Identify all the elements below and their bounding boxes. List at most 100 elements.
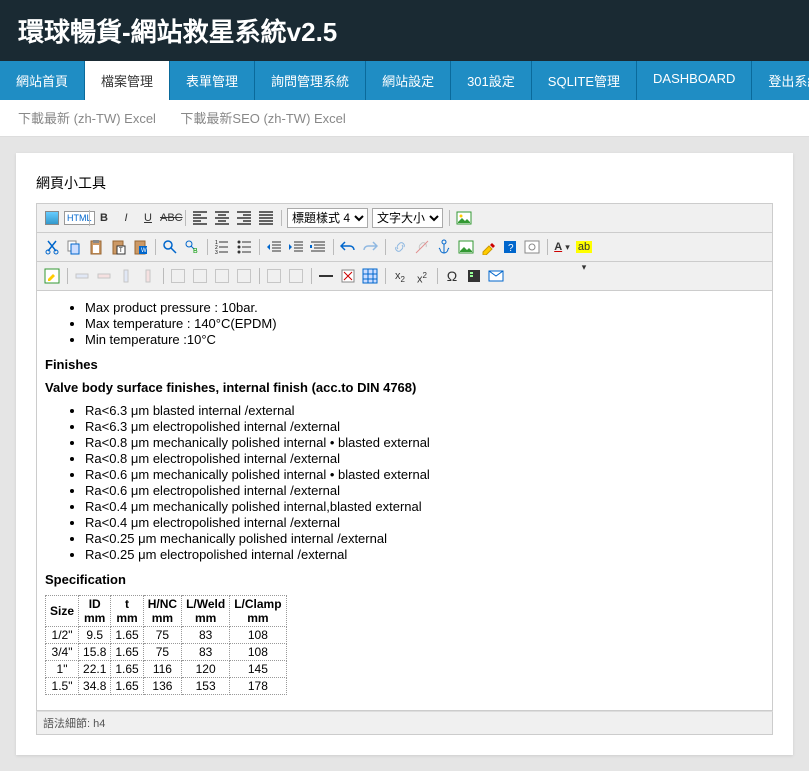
nav-item[interactable]: 301設定 xyxy=(451,61,532,100)
align-justify-icon[interactable] xyxy=(256,208,276,228)
embed-icon[interactable] xyxy=(486,266,506,286)
editor-panel: 網頁小工具 HTML B I U ABC 標題樣式 4 文字大小 T W B 1… xyxy=(16,153,793,755)
download-seo-excel-link[interactable]: 下載最新SEO (zh-TW) Excel xyxy=(180,111,345,126)
nav-item[interactable]: 網站設定 xyxy=(366,61,451,100)
split-cells-icon[interactable] xyxy=(286,266,306,286)
redo-icon[interactable] xyxy=(360,237,380,257)
sub-nav: 下載最新 (zh-TW) Excel 下載最新SEO (zh-TW) Excel xyxy=(0,100,809,137)
list-item: Ra<0.6 μm electropolished internal /exte… xyxy=(85,483,764,498)
list-item: Ra<0.6 μm mechanically polished internal… xyxy=(85,467,764,482)
remove-format-icon[interactable] xyxy=(338,266,358,286)
special-char-icon[interactable]: Ω xyxy=(442,266,462,286)
merge-cells-icon[interactable] xyxy=(264,266,284,286)
separator xyxy=(446,208,452,228)
indent-icon[interactable] xyxy=(286,237,306,257)
separator xyxy=(278,208,284,228)
heading-select[interactable]: 標題樣式 4 xyxy=(287,208,368,228)
strike-button[interactable]: ABC xyxy=(160,208,180,228)
table-row: 3/4"15.81.657583108 xyxy=(46,644,287,661)
help-icon[interactable]: ? xyxy=(500,237,520,257)
underline-button[interactable]: U xyxy=(138,208,158,228)
cleanup-icon[interactable] xyxy=(478,237,498,257)
table-icon[interactable] xyxy=(360,266,380,286)
nav-item[interactable]: 表單管理 xyxy=(170,61,255,100)
undo-icon[interactable] xyxy=(338,237,358,257)
hr-icon[interactable] xyxy=(316,266,336,286)
subscript-icon[interactable]: x2 xyxy=(390,266,410,286)
list-item: Max product pressure : 10bar. xyxy=(85,300,764,315)
copy-icon[interactable] xyxy=(64,237,84,257)
separator xyxy=(86,208,92,228)
image-icon[interactable] xyxy=(456,237,476,257)
list-item: Ra<0.8 μm electropolished internal /exte… xyxy=(85,451,764,466)
spec-table: SizeIDmmtmmH/NCmmL/WeldmmL/Clampmm 1/2"9… xyxy=(45,595,287,695)
delete-row-icon[interactable] xyxy=(94,266,114,286)
align-left-icon[interactable] xyxy=(190,208,210,228)
link-icon[interactable] xyxy=(390,237,410,257)
ordered-list-icon[interactable]: 123 xyxy=(212,237,232,257)
table-header: Size xyxy=(46,596,79,627)
svg-text:?: ? xyxy=(508,243,514,254)
table-header: H/NCmm xyxy=(143,596,181,627)
separator xyxy=(544,237,550,257)
bold-button[interactable]: B xyxy=(94,208,114,228)
editor-content[interactable]: Max product pressure : 10bar.Max tempera… xyxy=(36,291,773,711)
nav-item[interactable]: 詢問管理系統 xyxy=(255,61,366,100)
svg-text:T: T xyxy=(119,248,123,254)
table-header: IDmm xyxy=(79,596,111,627)
svg-text:W: W xyxy=(141,248,147,254)
table-row: 1.5"34.81.65136153178 xyxy=(46,678,287,695)
align-right-icon[interactable] xyxy=(234,208,254,228)
replace-icon[interactable]: B xyxy=(182,237,202,257)
anchor-icon[interactable] xyxy=(434,237,454,257)
outdent-icon[interactable] xyxy=(264,237,284,257)
blockquote-icon[interactable] xyxy=(308,237,328,257)
backcolor-button[interactable]: ab ▾ xyxy=(574,237,594,257)
code-icon[interactable] xyxy=(522,237,542,257)
fontsize-select[interactable]: 文字大小 xyxy=(372,208,443,228)
svg-text:B: B xyxy=(193,248,198,255)
nav-item[interactable]: 檔案管理 xyxy=(85,61,170,100)
row-before-icon[interactable] xyxy=(168,266,188,286)
list-item: Ra<6.3 μm electropolished internal /exte… xyxy=(85,419,764,434)
paste-word-icon[interactable]: W xyxy=(130,237,150,257)
unordered-list-icon[interactable] xyxy=(234,237,254,257)
italic-button[interactable]: I xyxy=(116,208,136,228)
unlink-icon[interactable] xyxy=(412,237,432,257)
list-item: Max temperature : 140°C(EPDM) xyxy=(85,316,764,331)
separator xyxy=(160,266,166,286)
forecolor-button[interactable]: A ▾ xyxy=(552,237,572,257)
superscript-icon[interactable]: x2 xyxy=(412,266,432,286)
table-row: 1/2"9.51.657583108 xyxy=(46,627,287,644)
html-button[interactable]: HTML xyxy=(64,208,84,228)
list-item: Ra<0.4 μm mechanically polished internal… xyxy=(85,499,764,514)
paste-icon[interactable] xyxy=(86,237,106,257)
list-item: Ra<0.25 μm electropolished internal /ext… xyxy=(85,547,764,562)
col-before-icon[interactable] xyxy=(212,266,232,286)
source-icon[interactable] xyxy=(42,208,62,228)
image-button[interactable] xyxy=(454,208,474,228)
separator xyxy=(382,266,388,286)
find-icon[interactable] xyxy=(160,237,180,257)
insert-row-icon[interactable] xyxy=(72,266,92,286)
media-icon[interactable] xyxy=(464,266,484,286)
col-after-icon[interactable] xyxy=(234,266,254,286)
separator xyxy=(152,237,158,257)
delete-col-icon[interactable] xyxy=(138,266,158,286)
paste-text-icon[interactable]: T xyxy=(108,237,128,257)
cut-icon[interactable] xyxy=(42,237,62,257)
separator xyxy=(382,237,388,257)
spec-heading: Specification xyxy=(45,572,764,587)
nav-item[interactable]: 登出系統 xyxy=(752,61,809,100)
nav-item[interactable]: SQLITE管理 xyxy=(532,61,637,100)
nav-item[interactable]: 網站首頁 xyxy=(0,61,85,100)
row-after-icon[interactable] xyxy=(190,266,210,286)
editor-toolbar-2: T W B 123 ? A ▾ ab ▾ xyxy=(36,233,773,262)
edit-icon[interactable] xyxy=(42,266,62,286)
nav-item[interactable]: DASHBOARD xyxy=(637,61,752,100)
editor-toolbar-1: HTML B I U ABC 標題樣式 4 文字大小 xyxy=(36,203,773,233)
download-excel-link[interactable]: 下載最新 (zh-TW) Excel xyxy=(18,111,156,126)
svg-text:3: 3 xyxy=(215,250,218,255)
insert-col-icon[interactable] xyxy=(116,266,136,286)
align-center-icon[interactable] xyxy=(212,208,232,228)
